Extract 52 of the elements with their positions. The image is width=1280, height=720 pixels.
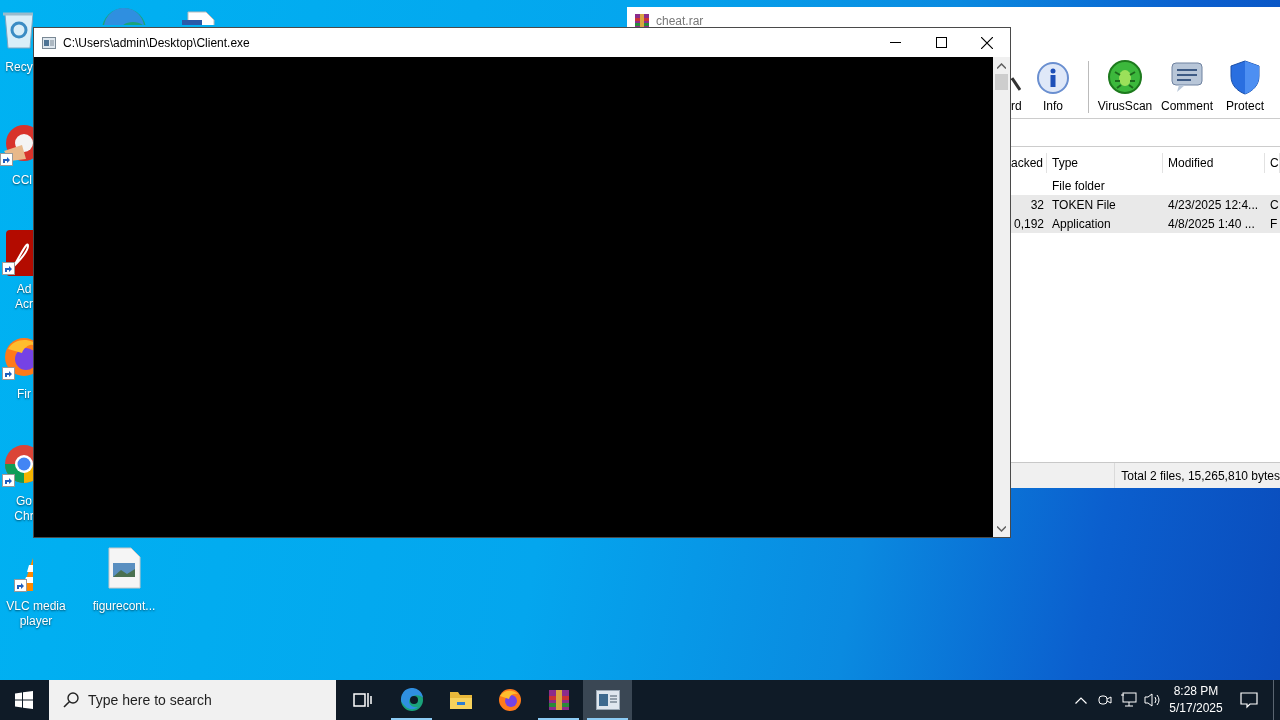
info-icon [1036, 61, 1070, 95]
task-view-icon [352, 691, 373, 709]
close-icon [981, 36, 993, 49]
icon-label: CCl [12, 173, 32, 188]
search-icon [63, 692, 79, 708]
toolbar-button[interactable]: rd [1011, 57, 1023, 113]
icon-label: Ad Acr [15, 282, 33, 312]
table-cell: Application [1052, 216, 1111, 231]
icon-label: Recy [5, 60, 33, 75]
table-cell: 4/8/2025 1:40 ... [1168, 216, 1255, 231]
clock[interactable]: 8:28 PM 5/17/2025 [1165, 683, 1227, 717]
archive-icon [546, 688, 571, 712]
bug-icon [1107, 59, 1143, 95]
table-cell: 0,192 [1013, 216, 1044, 231]
table-cell: TOKEN File [1052, 197, 1116, 212]
table-row[interactable]: 32 TOKEN File 4/23/2025 12:4... C [1011, 195, 1280, 214]
taskbar-button[interactable] [583, 680, 632, 720]
scrollbar[interactable] [993, 57, 1010, 537]
maximize-icon [935, 37, 947, 48]
folder-icon [448, 690, 473, 710]
toolbar-button[interactable]: VirusScan [1094, 57, 1156, 113]
browser-icon [497, 688, 522, 712]
speech-bubble-icon [1169, 59, 1205, 95]
image-file-icon[interactable] [107, 547, 141, 589]
table-cell: F [1270, 216, 1278, 231]
scroll-thumb[interactable] [995, 74, 1008, 90]
table-cell: 32 [1030, 197, 1044, 212]
toolbar-button[interactable]: Comment [1156, 57, 1218, 113]
window-icon [595, 690, 620, 710]
search-field[interactable]: Type here to search [49, 680, 336, 720]
table-cell: C [1270, 197, 1279, 212]
column-header[interactable]: Modified [1163, 153, 1265, 173]
column-header[interactable]: C [1265, 153, 1280, 173]
archive-icon [634, 13, 650, 29]
status-text: Total 2 files, 15,265,810 bytes [1121, 468, 1280, 483]
browser-icon [399, 688, 424, 712]
window-icon [42, 36, 56, 49]
icon-label: VLC media player [6, 599, 66, 629]
icon-label: figurecont... [92, 599, 156, 614]
icon-label: Go Chr [14, 494, 34, 524]
column-header[interactable]: Type [1047, 153, 1163, 173]
icon-label: Fir [17, 387, 31, 402]
windows-logo-icon [15, 691, 33, 709]
window-title: cheat.rar [656, 14, 704, 28]
table-cell: File folder [1052, 178, 1105, 193]
shield-icon [1228, 59, 1262, 95]
table-row[interactable]: 0,192 Application 4/8/2025 1:40 ... F [1011, 214, 1280, 233]
toolbar-button[interactable]: Protect [1218, 57, 1272, 113]
table-cell: 4/23/2025 12:4... [1168, 197, 1259, 212]
toolbar-button[interactable]: Info [1023, 57, 1083, 113]
window-title: C:\Users\admin\Desktop\Client.exe [63, 35, 250, 50]
magnifier-handle-icon [1011, 77, 1021, 91]
